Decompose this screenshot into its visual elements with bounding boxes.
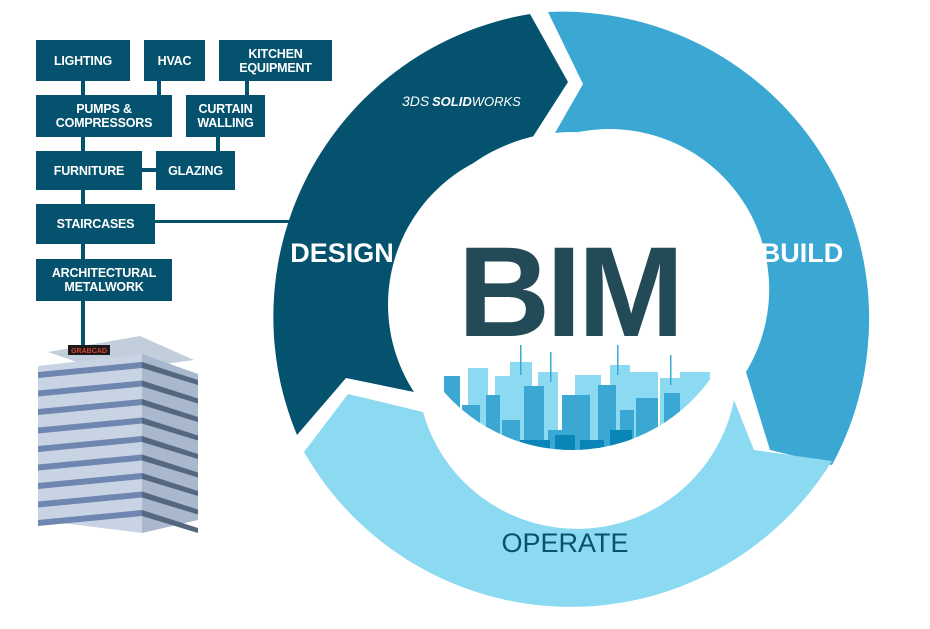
ds-logo-mark: 3DS	[402, 93, 430, 109]
phase-label-operate: OPERATE	[501, 528, 628, 558]
bim-title: BIM	[458, 221, 681, 364]
brand-name-bold: SOLID	[432, 94, 472, 109]
bim-cycle: DESIGN BUILD OPERATE BIM 3DS SOLIDWORKS	[273, 11, 870, 607]
brand-name-light: WORKS	[472, 94, 521, 109]
phase-label-design: DESIGN	[290, 238, 394, 268]
phase-label-build: BUILD	[761, 238, 844, 268]
solidworks-logo: 3DS SOLIDWORKS	[402, 93, 521, 109]
svg-text:SOLIDWORKS: SOLIDWORKS	[432, 94, 521, 109]
